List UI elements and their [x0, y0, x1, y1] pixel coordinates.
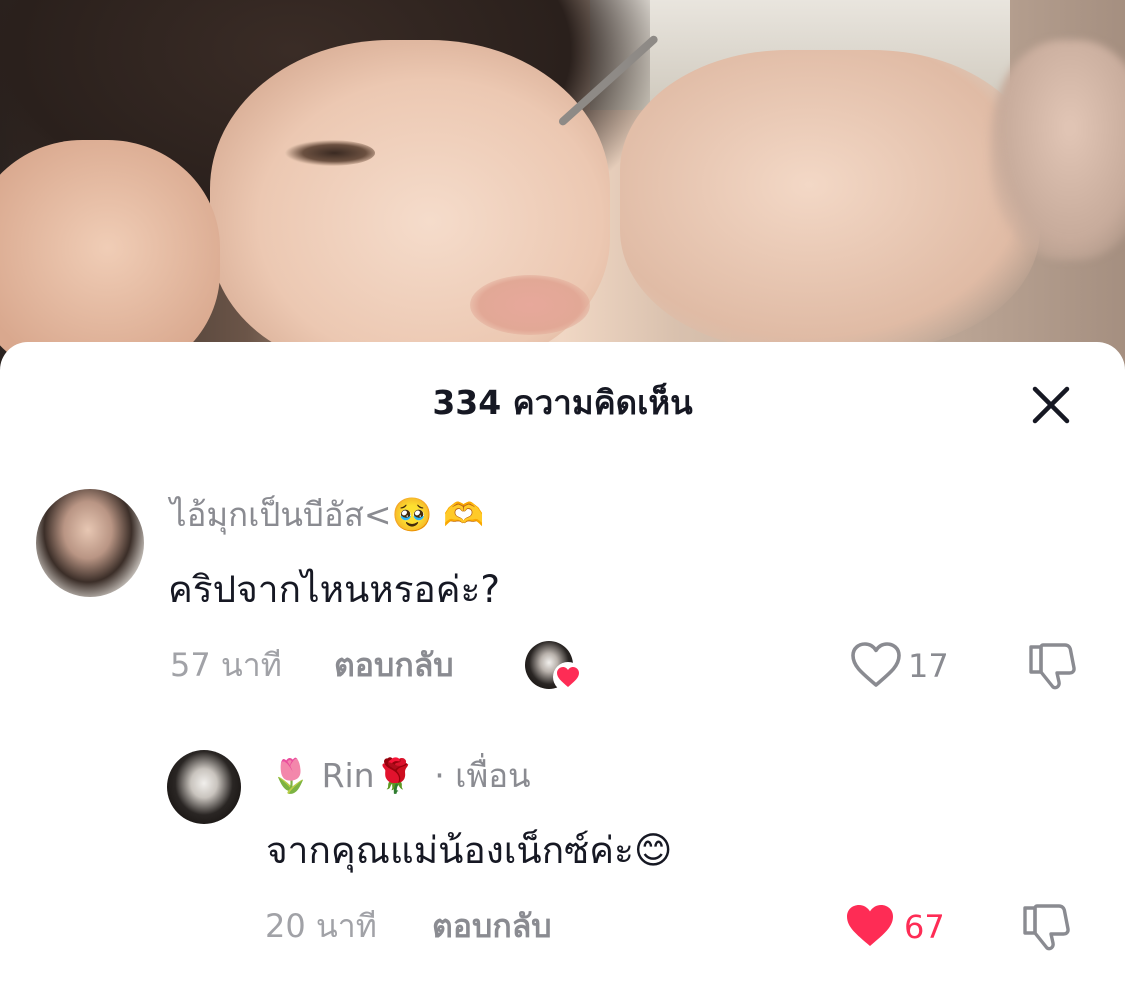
reply-username[interactable]: 🌷 Rin🌹 · เพื่อน	[270, 754, 531, 798]
video-right-hand	[620, 50, 1040, 350]
dislike-button[interactable]	[1018, 899, 1074, 955]
like-count: 17	[908, 647, 949, 685]
reply-timestamp: 20 นาที	[265, 907, 377, 945]
friend-badge: · เพื่อน	[434, 756, 531, 795]
comment-username[interactable]: ไอ้มุกเป็นบีอัส<🥹 🫶	[170, 493, 484, 537]
close-button[interactable]	[1026, 380, 1076, 430]
like-button-active[interactable]	[842, 899, 898, 953]
like-button[interactable]	[848, 638, 904, 692]
reply-avatar[interactable]	[167, 750, 241, 824]
video-blurred-person	[990, 40, 1125, 260]
like-count: 67	[904, 908, 945, 946]
video-subject-lips	[470, 275, 590, 335]
commenter-avatar[interactable]	[36, 489, 144, 597]
thumbs-down-icon	[1029, 643, 1076, 690]
close-icon	[1032, 386, 1070, 424]
creator-liked-heart-icon	[553, 662, 583, 692]
reply-text: จากคุณแม่น้องเน็กซ์ค่ะ😊	[266, 829, 673, 872]
thumbs-down-icon	[1023, 904, 1070, 951]
reply-button[interactable]: ตอบกลับ	[334, 643, 454, 687]
reply-username-text: 🌷 Rin🌹	[270, 756, 416, 795]
comment-timestamp: 57 นาที	[170, 646, 282, 684]
reply-button[interactable]: ตอบกลับ	[432, 904, 552, 948]
video-subject-eye	[285, 140, 375, 166]
comments-count-title: 334 ความคิดเห็น	[432, 383, 693, 422]
heart-icon	[851, 642, 901, 687]
video-frame[interactable]	[0, 0, 1125, 380]
dislike-button[interactable]	[1024, 638, 1080, 694]
comment-text: คริปจากไหนหรอค่ะ?	[168, 568, 501, 611]
heart-icon	[847, 905, 893, 946]
